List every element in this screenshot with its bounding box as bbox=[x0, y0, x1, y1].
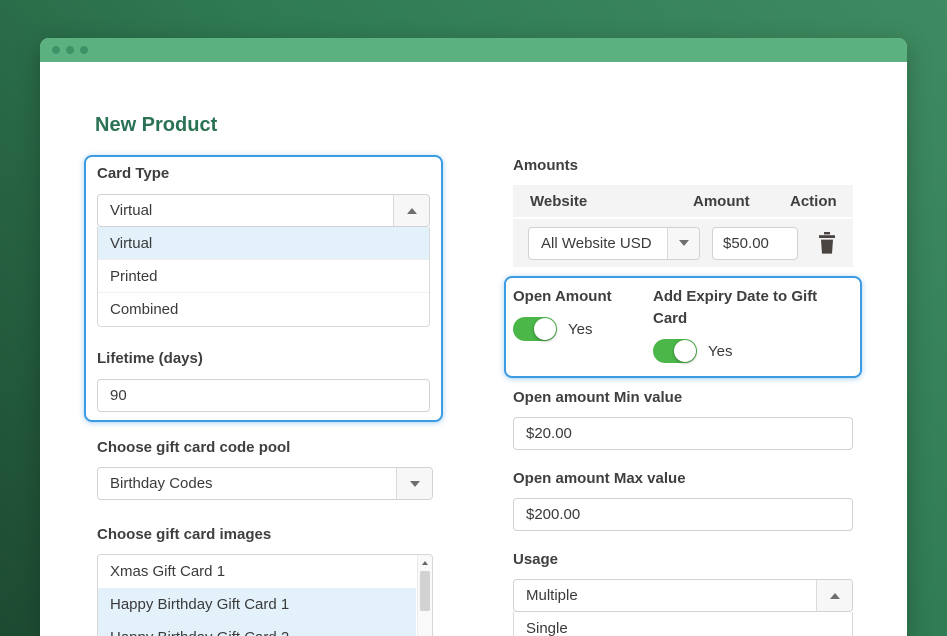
usage-selected-value: Multiple bbox=[526, 587, 578, 604]
usage-select[interactable]: Multiple bbox=[513, 579, 853, 612]
code-pool-select[interactable]: Birthday Codes bbox=[97, 467, 433, 500]
toggle-knob bbox=[674, 340, 696, 362]
expiry-toggle-group: Add Expiry Date to Gift Card Yes bbox=[653, 286, 850, 363]
usage-dropdown-button[interactable] bbox=[816, 580, 852, 611]
chevron-down-icon bbox=[409, 480, 420, 487]
listbox-scrollbar[interactable] bbox=[417, 555, 432, 636]
code-pool-dropdown-button[interactable] bbox=[396, 468, 432, 499]
amounts-label: Amounts bbox=[513, 157, 578, 174]
open-amount-min-label: Open amount Min value bbox=[513, 389, 683, 406]
card-type-focus-panel: Card Type Virtual Virtual Printed Combin… bbox=[84, 155, 443, 422]
card-type-option-virtual[interactable]: Virtual bbox=[98, 227, 429, 260]
column-header-amount: Amount bbox=[693, 192, 750, 210]
open-amount-toggle-row: Yes bbox=[513, 317, 653, 341]
open-amount-min-field: Open amount Min value $20.00 Open amount… bbox=[513, 387, 853, 636]
usage-option-single[interactable]: Single bbox=[514, 612, 852, 636]
open-amount-toggle-group: Open Amount Yes bbox=[513, 286, 653, 363]
open-amount-min-input[interactable]: $20.00 bbox=[513, 417, 853, 450]
amounts-table-row: All Website USD $50.00 bbox=[513, 219, 853, 267]
window-dot-maximize-icon[interactable] bbox=[80, 46, 88, 54]
right-column: Amounts Website Amount Action All Websit… bbox=[504, 155, 862, 636]
open-amount-state: Yes bbox=[568, 320, 593, 338]
code-pool-field: Choose gift card code pool Birthday Code… bbox=[97, 437, 433, 636]
gift-card-images-listbox: Xmas Gift Card 1 Happy Birthday Gift Car… bbox=[97, 554, 433, 636]
column-header-website: Website bbox=[530, 192, 588, 210]
expiry-state: Yes bbox=[708, 342, 733, 360]
card-type-select[interactable]: Virtual bbox=[97, 194, 430, 227]
card-type-dropdown-button[interactable] bbox=[393, 195, 429, 226]
scroll-up-icon bbox=[422, 561, 428, 565]
chevron-up-icon bbox=[406, 207, 417, 214]
usage-label: Usage bbox=[513, 551, 559, 568]
chevron-down-icon bbox=[678, 240, 689, 246]
image-item-birthday-1[interactable]: Happy Birthday Gift Card 1 bbox=[98, 588, 416, 621]
delete-row-button[interactable] bbox=[814, 230, 840, 256]
lifetime-input[interactable]: 90 bbox=[97, 379, 430, 412]
page-title: New Product bbox=[95, 114, 218, 136]
amount-input[interactable]: $50.00 bbox=[712, 226, 798, 260]
trash-icon bbox=[819, 232, 835, 254]
chevron-up-icon bbox=[829, 592, 840, 599]
card-type-selected-value: Virtual bbox=[110, 202, 153, 219]
card-type-options-list: Virtual Printed Combined bbox=[97, 227, 430, 327]
window-content: New Product Card Type Virtual Virtual Pr… bbox=[40, 62, 907, 636]
card-type-option-combined[interactable]: Combined bbox=[98, 293, 429, 326]
open-amount-max-label: Open amount Max value bbox=[513, 470, 686, 487]
open-amount-max-value: $200.00 bbox=[526, 506, 581, 523]
app-window: New Product Card Type Virtual Virtual Pr… bbox=[40, 38, 907, 636]
lifetime-label: Lifetime (days) bbox=[97, 350, 203, 367]
expiry-toggle-row: Yes bbox=[653, 339, 850, 363]
gift-card-images-label: Choose gift card images bbox=[97, 526, 272, 543]
code-pool-selected-value: Birthday Codes bbox=[110, 475, 213, 492]
website-selected-value: All Website USD bbox=[541, 234, 652, 252]
window-dot-close-icon[interactable] bbox=[52, 46, 60, 54]
window-dot-minimize-icon[interactable] bbox=[66, 46, 74, 54]
image-item-birthday-2[interactable]: Happy Birthday Gift Card 2 bbox=[98, 621, 416, 636]
lifetime-value: 90 bbox=[110, 387, 127, 404]
toggle-knob bbox=[534, 318, 556, 340]
amounts-table: Website Amount Action All Website USD $5… bbox=[513, 185, 853, 267]
code-pool-label: Choose gift card code pool bbox=[97, 439, 291, 456]
website-select[interactable]: All Website USD bbox=[528, 226, 700, 260]
website-dropdown-button[interactable] bbox=[667, 227, 699, 259]
amount-value: $50.00 bbox=[723, 234, 769, 252]
card-type-option-printed[interactable]: Printed bbox=[98, 260, 429, 293]
usage-options-list: Single Multiple bbox=[513, 612, 853, 636]
scroll-up-button[interactable] bbox=[418, 556, 432, 570]
toggles-focus-panel: Open Amount Yes Add Expiry Date to Gift … bbox=[504, 276, 862, 378]
left-column: Card Type Virtual Virtual Printed Combin… bbox=[84, 155, 443, 636]
open-amount-toggle[interactable] bbox=[513, 317, 557, 341]
amounts-table-header: Website Amount Action bbox=[513, 185, 853, 219]
scrollbar-thumb[interactable] bbox=[420, 571, 430, 611]
card-type-label: Card Type bbox=[97, 165, 170, 182]
image-item-xmas-1[interactable]: Xmas Gift Card 1 bbox=[98, 555, 416, 588]
expiry-toggle[interactable] bbox=[653, 339, 697, 363]
open-amount-label: Open Amount bbox=[513, 288, 612, 305]
expiry-label: Add Expiry Date to Gift Card bbox=[653, 288, 818, 327]
open-amount-min-value: $20.00 bbox=[526, 425, 572, 442]
column-header-action: Action bbox=[790, 192, 837, 210]
window-titlebar[interactable] bbox=[40, 38, 907, 62]
open-amount-max-input[interactable]: $200.00 bbox=[513, 498, 853, 531]
